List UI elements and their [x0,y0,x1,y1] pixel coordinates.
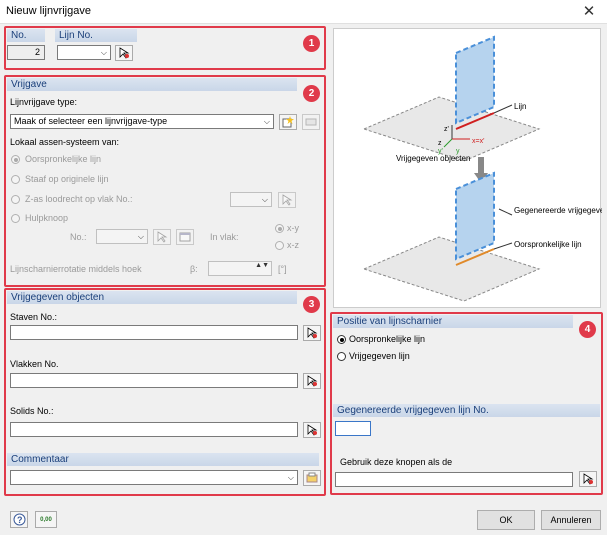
help-icon: ? [13,513,25,526]
position-vrijgegeven-label: Vrijgegeven lijn [349,351,410,361]
pick-cursor-icon [119,47,130,59]
radio-z-as[interactable] [11,195,20,204]
header-section [4,26,326,70]
dialog-icon [179,232,191,242]
plane-xz-label: x-z [287,240,299,250]
units-button[interactable]: 0,00 [35,511,57,528]
pick-cursor-icon [282,194,293,206]
option-hulpknoop-label: Hulpknoop [25,213,69,223]
option-staaf-label: Staaf op originele lijn [25,174,109,184]
label-x: x=x' [472,138,484,145]
badge-4: 4 [579,321,596,338]
type-label: Lijnvrijgave type: [10,97,78,107]
new-type-button[interactable] [279,114,297,130]
pick-vlak-button[interactable] [278,192,296,208]
pick-knoop-button[interactable] [153,229,171,245]
help-button[interactable]: ? [10,511,28,528]
option-oorspronkelijke-label: Oorspronkelijke lijn [25,154,102,164]
radio-xz[interactable] [275,241,284,250]
solids-input[interactable] [10,422,298,437]
badge-3: 3 [303,296,320,313]
pick-lijn-button[interactable] [115,45,133,61]
vrijgave-title: Vrijgave [7,78,297,91]
label-vrijgegeven-objecten: Vrijgegeven objecten [396,154,470,163]
objects-title: Vrijgegeven objecten [7,291,297,304]
vlakken-input[interactable] [10,373,298,388]
close-button[interactable]: ✕ [576,2,602,22]
no-field[interactable]: 2 [7,45,45,60]
type-combo[interactable]: Maak of selecteer een lijnvrijgave-type ⌵ [10,114,274,129]
line-release-diagram: Lijn z' x=x' y' z y Vrijgegeven objecten… [362,35,607,302]
radio-hulpknoop[interactable] [11,214,20,223]
pick-staven-button[interactable] [303,325,321,341]
beta-field[interactable]: ▲▼ [208,261,272,276]
edit-type-button[interactable] [302,114,320,130]
lijn-combo[interactable]: ⌵ [57,45,111,60]
lijn-label: Lijn No. [55,29,137,42]
radio-staaf[interactable] [11,175,20,184]
badge-1: 1 [303,35,320,52]
radio-oorspronkelijke[interactable] [11,155,20,164]
pick-cursor-icon [157,231,168,243]
ok-button[interactable]: OK [477,510,535,530]
type-value: Maak of selecteer een lijnvrijgave-type [14,116,168,126]
beta-label: β: [190,264,198,274]
chevron-down-icon: ⌵ [261,195,268,204]
in-vlak-label: In vlak: [210,232,239,242]
vlak-combo[interactable]: ⌵ [230,192,272,207]
title-bar: Nieuw lijnvrijgave ✕ [0,0,607,24]
chevron-down-icon: ⌵ [263,117,270,126]
pick-solids-button[interactable] [303,422,321,438]
no-label: No. [7,29,45,42]
generated-no-input[interactable] [335,421,371,436]
new-icon [282,116,294,128]
comment-combo[interactable]: ⌵ [10,470,298,485]
chevron-down-icon: ⌵ [100,48,107,57]
generated-hint: Gebruik deze knopen als de [340,457,453,467]
generated-title: Gegenereerde vrijgegeven lijn No. [333,404,600,417]
label-z: z [438,140,442,147]
radio-xy[interactable] [275,224,284,233]
vlakken-label: Vlakken No. [10,359,59,369]
label-lijn: Lijn [514,102,526,111]
solids-label: Solids No.: [10,406,54,416]
pick-cursor-icon [307,327,318,339]
window-title: Nieuw lijnvrijgave [6,5,91,17]
radio-position-oorspronkelijke[interactable] [337,335,346,344]
hulpknoop-no-label: No.: [70,232,87,242]
unit-label: [°] [278,264,287,274]
rotation-label: Lijnscharnierrotatie middels hoek [10,264,142,274]
plane-xy-label: x-y [287,223,299,233]
pick-cursor-icon [583,473,594,485]
label-gegenereerde: Gegenereerde vrijgegeven lijn [514,206,602,215]
spin-icon[interactable]: ▲▼ [255,262,269,269]
pick-cursor-icon [307,375,318,387]
label-z-prime: z' [444,126,449,133]
position-oorspronkelijke-label: Oorspronkelijke lijn [349,334,426,344]
comment-title: Commentaar [7,453,319,466]
badge-2: 2 [303,85,320,102]
pick-nodes-button[interactable] [579,471,597,487]
comment-library-button[interactable] [303,470,321,486]
position-title: Positie van lijnscharnier [333,315,573,328]
hulpknoop-combo[interactable]: ⌵ [96,229,148,244]
pick-cursor-icon [307,424,318,436]
pick-vlakken-button[interactable] [303,373,321,389]
generated-nodes-input[interactable] [335,472,573,487]
edit-icon [305,118,317,126]
knoop-dialog-button[interactable] [176,229,194,245]
option-z-as-label: Z-as loodrecht op vlak No.: [25,194,133,204]
staven-input[interactable] [10,325,298,340]
staven-label: Staven No.: [10,312,58,322]
cancel-button[interactable]: Annuleren [541,510,601,530]
library-icon [306,472,318,483]
svg-text:?: ? [17,515,23,525]
diagram-panel: Lijn z' x=x' y' z y Vrijgegeven objecten… [333,28,607,308]
radio-position-vrijgegeven[interactable] [337,352,346,361]
units-label: 0,00 [40,516,52,523]
axes-label: Lokaal assen-systeem van: [10,137,120,147]
chevron-down-icon: ⌵ [287,473,294,482]
label-oorspronkelijke: Oorspronkelijke lijn [514,240,582,249]
chevron-down-icon: ⌵ [137,232,144,241]
